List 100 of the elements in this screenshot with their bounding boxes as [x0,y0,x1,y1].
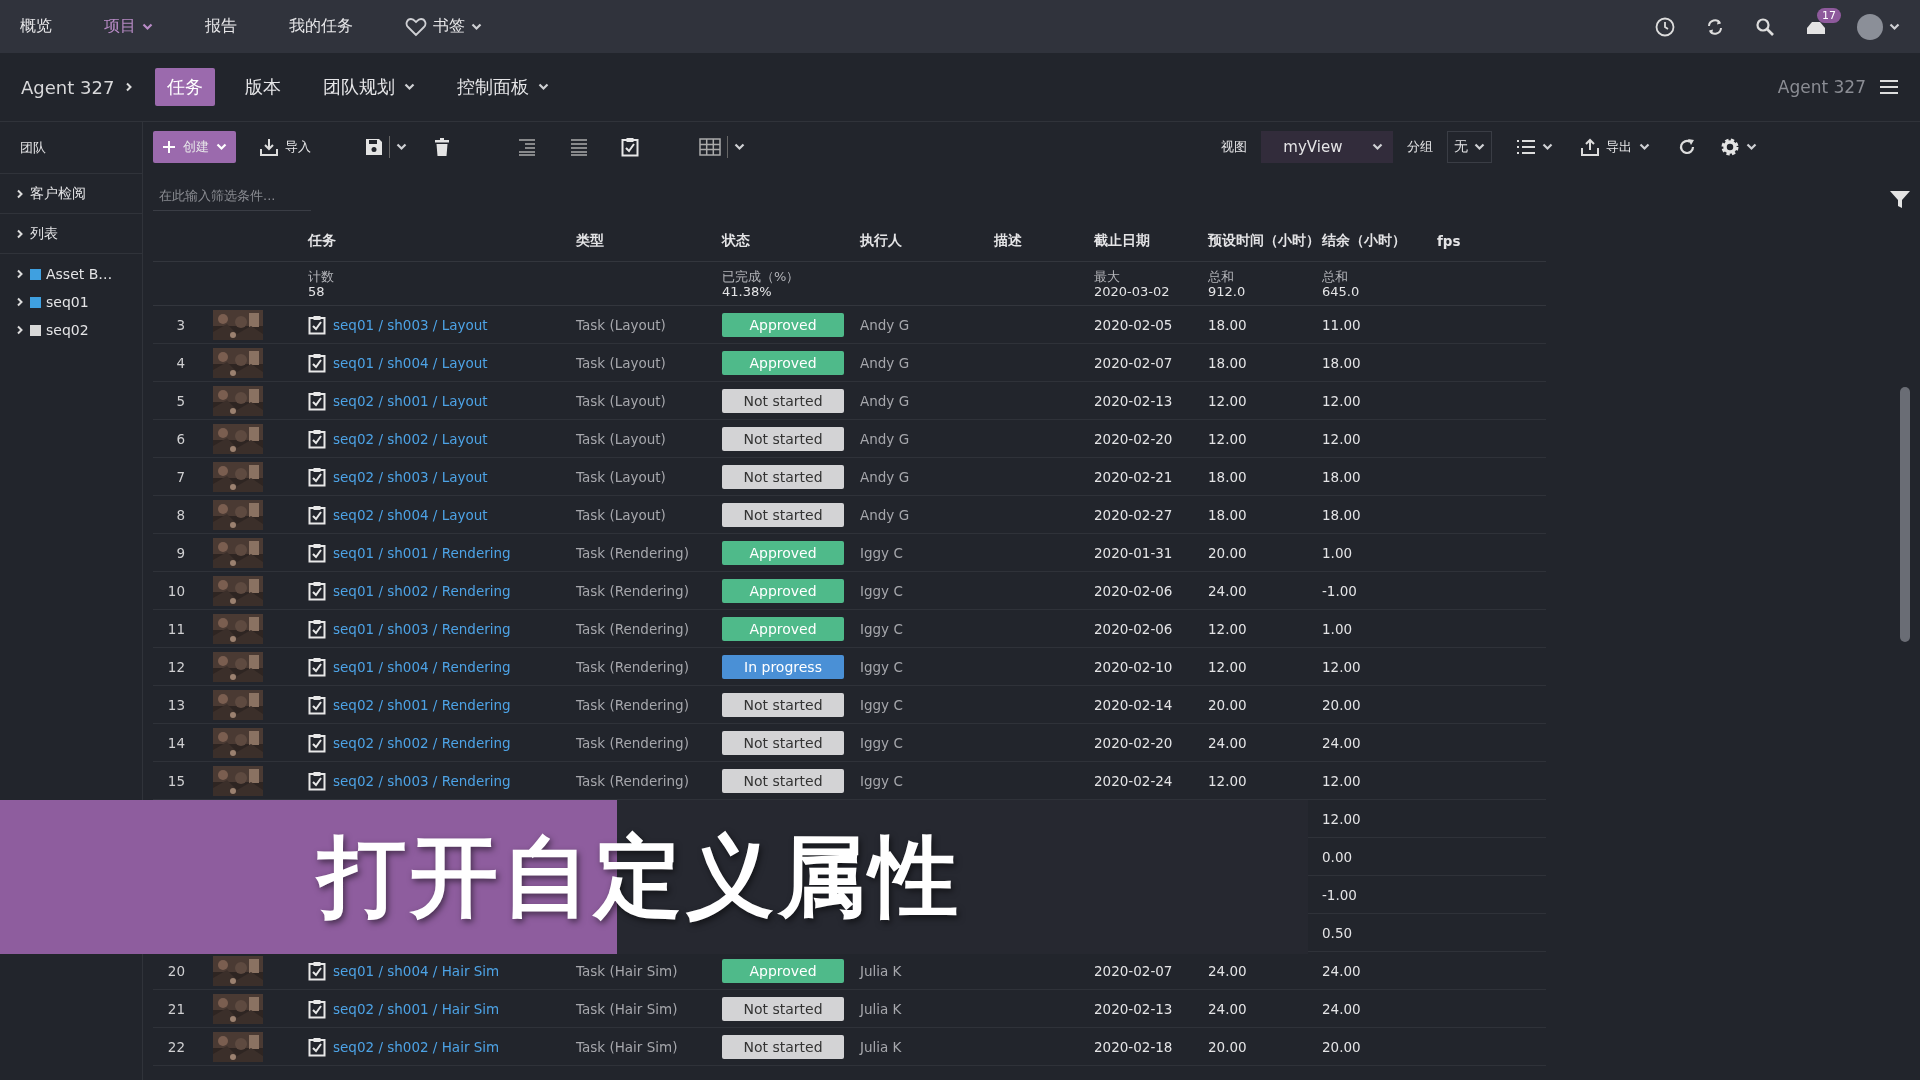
clipboard-check-icon[interactable] [308,618,326,639]
list-icon[interactable] [1516,139,1537,155]
nav-link[interactable]: 概览 [20,16,52,37]
table-cell-text: Task (Rendering) [576,582,690,599]
clipboard-check-icon[interactable] [308,542,326,563]
tree-item[interactable]: Asset B… [46,266,113,282]
project-name[interactable]: Agent 327 [21,76,115,98]
view-select[interactable]: myView [1261,131,1394,163]
status-badge[interactable]: Not started [722,388,844,413]
column-header[interactable]: 结余（小时） [1322,231,1437,250]
sidebar-item[interactable]: 列表 [30,224,58,243]
column-header[interactable]: 执行人 [860,231,994,250]
search-icon[interactable] [1755,16,1775,37]
column-header[interactable]: 描述 [994,231,1094,250]
clipboard-check-icon[interactable] [308,656,326,677]
filter-icon[interactable] [1890,191,1910,209]
clipboard-check-icon[interactable] [308,694,326,715]
chevron-right-icon[interactable] [15,269,25,279]
chevron-right-icon[interactable] [15,188,25,199]
tab[interactable]: 团队规划 [311,68,427,106]
task-link[interactable]: seq02 / sh002 / Rendering [333,734,511,751]
column-header[interactable]: 截止日期 [1094,231,1208,250]
status-badge[interactable]: Not started [722,996,844,1021]
task-link[interactable]: seq02 / sh001 / Layout [333,392,488,409]
clipboard-check-icon[interactable] [308,1036,326,1057]
task-link[interactable]: seq02 / sh002 / Layout [333,430,488,447]
task-link[interactable]: seq01 / sh004 / Hair Sim [333,962,500,979]
table-cell-text: 24.00 [1322,962,1362,979]
chevron-right-icon[interactable] [15,297,25,307]
task-link[interactable]: seq02 / sh004 / Layout [333,506,488,523]
nav-link[interactable]: 书签 [405,16,482,37]
sidebar-item[interactable]: 客户检阅 [30,184,86,203]
chevron-right-icon[interactable] [15,228,25,239]
status-badge[interactable]: Not started [722,464,844,489]
table-cell-text: 12.00 [1322,392,1362,409]
clipboard-check-icon[interactable] [621,137,639,157]
caret-icon [1474,143,1486,151]
tab[interactable]: 版本 [233,68,293,106]
column-header[interactable]: fps [1437,232,1546,249]
status-badge[interactable]: Not started [722,730,844,755]
nav-link[interactable]: 我的任务 [289,16,353,37]
sync-icon[interactable] [1705,16,1725,37]
task-link[interactable]: seq01 / sh003 / Layout [333,316,488,333]
task-link[interactable]: seq01 / sh001 / Rendering [333,544,511,561]
tree-item[interactable]: seq01 [46,294,89,310]
row-number: 7 [175,468,186,485]
trash-icon[interactable] [435,138,449,156]
status-badge[interactable]: Not started [722,502,844,527]
clipboard-check-icon[interactable] [308,960,326,981]
clipboard-check-icon[interactable] [308,314,326,335]
task-link[interactable]: seq02 / sh001 / Hair Sim [333,1000,500,1017]
menu-icon[interactable] [1880,80,1898,94]
clipboard-check-icon[interactable] [308,466,326,487]
clipboard-check-icon[interactable] [308,390,326,411]
grid-icon[interactable] [699,138,721,156]
clipboard-check-icon[interactable] [308,998,326,1019]
tree-item[interactable]: seq02 [46,322,89,338]
tab[interactable]: 任务 [155,68,215,106]
tab[interactable]: 控制面板 [445,68,561,106]
task-link[interactable]: seq02 / sh002 / Hair Sim [333,1038,500,1055]
summary-label: 最大 [1094,268,1121,284]
clipboard-check-icon[interactable] [308,504,326,525]
column-header[interactable]: 状态 [722,231,860,250]
settings-icon[interactable] [1720,137,1741,157]
export-button[interactable]: 导出 [1581,138,1651,156]
group-select[interactable]: 无 [1447,131,1493,163]
scrollbar[interactable] [1900,387,1910,642]
summary-value: 41.38% [722,283,772,299]
clipboard-check-icon[interactable] [308,580,326,601]
lines-icon[interactable] [569,138,589,156]
status-badge[interactable]: Not started [722,1034,844,1059]
table-cell-text: 18.00 [1322,468,1362,485]
save-icon[interactable] [365,138,383,156]
task-link[interactable]: seq01 / sh004 / Rendering [333,658,511,675]
task-link[interactable]: seq02 / sh003 / Rendering [333,772,511,789]
avatar[interactable] [1857,13,1883,40]
filter-field[interactable]: 在此输入筛选条件... [153,181,311,211]
task-link[interactable]: seq02 / sh003 / Layout [333,468,488,485]
task-link[interactable]: seq01 / sh002 / Rendering [333,582,511,599]
task-link[interactable]: seq02 / sh001 / Rendering [333,696,511,713]
column-header[interactable]: 预设时间（小时） [1208,231,1322,250]
table-cell-text: 2020-02-07 [1094,354,1174,371]
clipboard-check-icon[interactable] [308,352,326,373]
indent-icon[interactable] [517,138,537,156]
task-link[interactable]: seq01 / sh003 / Rendering [333,620,511,637]
column-header[interactable]: 任务 [308,231,576,250]
column-header[interactable]: 类型 [576,231,722,250]
clock-icon[interactable] [1655,16,1675,37]
clipboard-check-icon[interactable] [308,428,326,449]
status-badge[interactable]: Not started [722,426,844,451]
chevron-right-icon[interactable] [15,325,25,335]
nav-link[interactable]: 项目 [104,16,153,37]
status-badge[interactable]: Not started [722,768,844,793]
status-badge[interactable]: Not started [722,692,844,717]
clipboard-check-icon[interactable] [308,770,326,791]
import-button[interactable]: 导入 [260,138,311,156]
task-link[interactable]: seq01 / sh004 / Layout [333,354,488,371]
refresh-icon[interactable] [1678,138,1697,156]
nav-link[interactable]: 报告 [205,16,237,37]
clipboard-check-icon[interactable] [308,732,326,753]
